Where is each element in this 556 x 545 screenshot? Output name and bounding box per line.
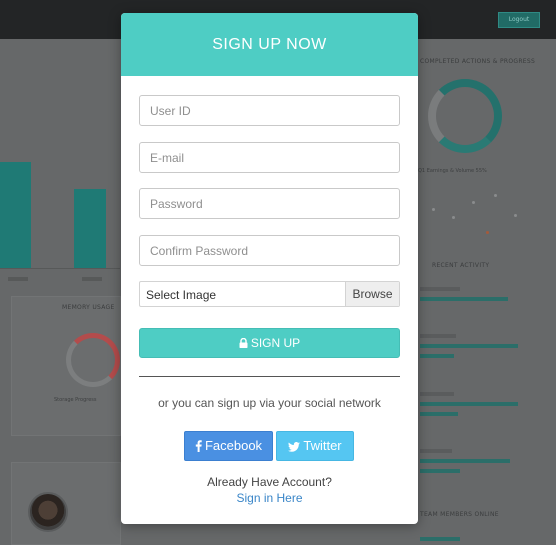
memory-gauge: [66, 333, 120, 387]
scatter-dot: [472, 201, 475, 204]
scatter-dot: [452, 216, 455, 219]
twitter-label: Twitter: [303, 438, 342, 453]
activity-line: [420, 469, 460, 473]
activity-line: [420, 392, 454, 396]
avatar: [28, 492, 68, 532]
logout-button: Logout: [498, 12, 540, 28]
activity-line: [420, 344, 518, 348]
social-prompt: or you can sign up via your social netwo…: [158, 396, 381, 410]
divider: [139, 376, 400, 377]
signin-link[interactable]: Sign in Here: [121, 491, 418, 505]
chart-tick-label: [82, 277, 102, 281]
chart-tick-label: [8, 277, 28, 281]
activity-line: [420, 287, 460, 291]
team-member-line: [420, 537, 460, 541]
scatter-dot: [486, 231, 489, 234]
image-file-input[interactable]: Select Image Browse: [139, 281, 400, 307]
chart-bar: [0, 162, 31, 268]
activity-line: [420, 354, 454, 358]
memory-usage-title: Memory Usage: [62, 304, 115, 311]
storage-caption: Storage Progress: [54, 397, 97, 403]
lock-icon: [239, 338, 248, 348]
recent-activity-title: Recent Activity: [432, 262, 490, 269]
browse-button[interactable]: Browse: [345, 282, 399, 306]
twitter-button[interactable]: Twitter: [276, 431, 354, 461]
progress-title: Completed Actions & Progress: [420, 58, 536, 65]
modal-title: SIGN UP NOW: [212, 36, 327, 53]
user-id-field[interactable]: [139, 95, 400, 126]
facebook-button[interactable]: Facebook: [184, 431, 273, 461]
confirm-password-field[interactable]: [139, 235, 400, 266]
email-field[interactable]: [139, 142, 400, 173]
already-account-text: Already Have Account?: [207, 475, 332, 489]
progress-gauge: [428, 79, 502, 153]
scatter-dot: [494, 194, 497, 197]
earnings-caption: Q1 Earnings & Volume 55%: [418, 168, 487, 174]
facebook-icon: [195, 434, 202, 462]
scatter-dot: [432, 208, 435, 211]
activity-line: [420, 412, 458, 416]
signup-button-label: SIGN UP: [250, 336, 301, 350]
activity-line: [420, 297, 508, 301]
chart-bar: [74, 189, 106, 268]
activity-line: [420, 402, 518, 406]
facebook-label: Facebook: [204, 438, 263, 453]
twitter-icon: [288, 434, 301, 462]
activity-line: [420, 459, 510, 463]
modal-header: SIGN UP NOW: [121, 13, 418, 76]
scatter-dot: [514, 214, 517, 217]
activity-line: [420, 449, 452, 453]
file-input-label: Select Image: [146, 288, 217, 302]
team-members-title: Team Members Online: [420, 511, 499, 518]
password-field[interactable]: [139, 188, 400, 219]
chart-axis: [0, 268, 120, 269]
signup-modal: SIGN UP NOW Select Image Browse SIGN UP …: [121, 13, 418, 524]
signup-button[interactable]: SIGN UP: [139, 328, 400, 358]
activity-line: [420, 334, 456, 338]
